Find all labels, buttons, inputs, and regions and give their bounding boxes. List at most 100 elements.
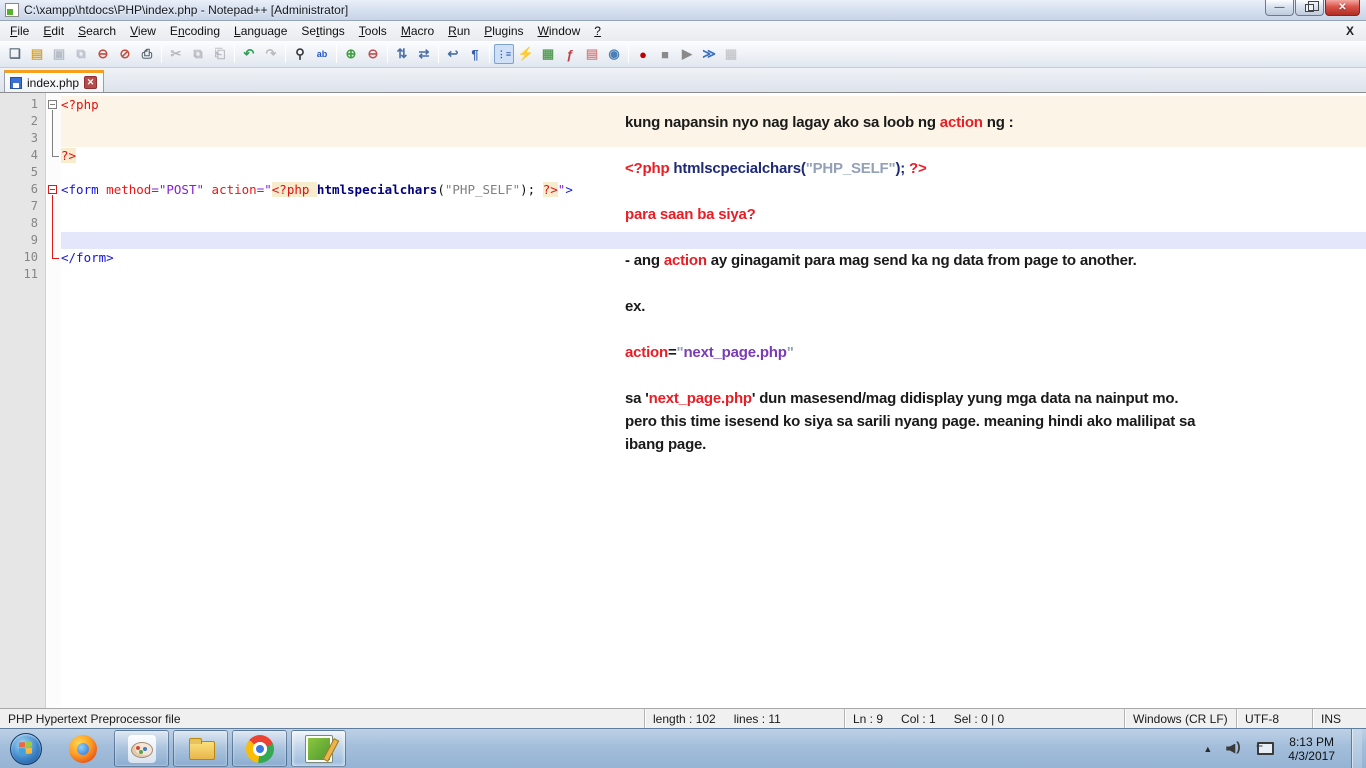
menu-item-encoding[interactable]: Encoding: [163, 22, 227, 40]
taskbar-app-chrome[interactable]: [232, 730, 287, 767]
status-line-value: Ln : 9: [853, 711, 884, 726]
annotation-segment: next_page.php: [648, 390, 752, 407]
code-token: </form>: [61, 250, 114, 265]
show-all-characters-icon: ¶: [471, 46, 479, 62]
taskbar-app-paint[interactable]: [114, 730, 169, 767]
menu-item-macro[interactable]: Macro: [394, 22, 441, 40]
show-all-characters-button[interactable]: ¶: [465, 44, 485, 64]
user-defined-language-button[interactable]: ⚡: [516, 44, 536, 64]
taskbar-clock[interactable]: 8:13 PM 4/3/2017: [1282, 735, 1341, 763]
toolbar-separator: [387, 45, 388, 63]
minimize-button[interactable]: —: [1265, 0, 1294, 16]
folder-as-workspace-button[interactable]: ▤: [582, 44, 602, 64]
explorer-icon: [187, 735, 215, 763]
fold-marker-start[interactable]: [46, 181, 61, 199]
replace-button[interactable]: ab: [312, 44, 332, 64]
show-indent-guide-button[interactable]: ⋮≡: [494, 44, 514, 64]
menu-item-settings[interactable]: Settings: [294, 22, 351, 40]
toolbar-separator: [336, 45, 337, 63]
code-editor[interactable]: 1 2 3 4 5 6 7 8 9 10 11 <?php ?> <form method="POST"…: [0, 92, 1366, 708]
status-eol-format[interactable]: Windows (CR LF): [1124, 709, 1236, 728]
redo-icon: ↷: [265, 46, 277, 61]
menu-item-window[interactable]: Window: [531, 22, 588, 40]
taskbar-app-explorer[interactable]: [173, 730, 228, 767]
close-button[interactable]: ✕: [1325, 0, 1360, 16]
status-insert-mode[interactable]: INS: [1312, 709, 1366, 728]
replace-icon: ab: [316, 49, 328, 59]
fold-marker-start[interactable]: [46, 96, 61, 114]
menu-item-search[interactable]: Search: [71, 22, 123, 40]
document-map-button[interactable]: ▦: [538, 44, 558, 64]
status-encoding[interactable]: UTF-8: [1236, 709, 1312, 728]
code-token: htmlspecialchars: [316, 182, 438, 197]
annotation-segment: sa ': [625, 390, 649, 407]
window-title: C:\xampp\htdocs\PHP\index.php - Notepad+…: [24, 3, 349, 17]
macro-playback-button[interactable]: ▶: [677, 44, 697, 64]
toolbar-separator: [161, 45, 162, 63]
annotation-line-7: sa 'next_page.php' dun masesend/mag didi…: [625, 390, 1178, 407]
line-number: 11: [23, 267, 38, 281]
show-desktop-button[interactable]: [1351, 729, 1362, 768]
zoom-out-button[interactable]: ⊖: [363, 44, 383, 64]
menu-item-edit[interactable]: Edit: [36, 22, 71, 40]
code-line-9: [61, 232, 1366, 249]
taskbar-app-notepadpp[interactable]: [291, 730, 346, 767]
save-file-button[interactable]: ▣: [49, 44, 69, 64]
toolbar-group: ⇅ ⇄: [391, 44, 435, 64]
macro-record-button[interactable]: ●: [633, 44, 653, 64]
line-number: 1: [30, 97, 38, 111]
macro-stop-button[interactable]: ■: [655, 44, 675, 64]
paste-button[interactable]: ⎗: [210, 44, 230, 64]
macro-save-icon: ▦: [724, 46, 738, 61]
user-defined-language-icon: ⚡: [517, 46, 535, 61]
close-file-button[interactable]: ⊖: [93, 44, 113, 64]
firefox-icon: [68, 734, 97, 763]
function-list-button[interactable]: ƒ: [560, 44, 580, 64]
annotation-line-4: - ang action ay ginagamit para mag send …: [625, 252, 1137, 269]
macro-run-multiple-button[interactable]: ≫: [699, 44, 719, 64]
volume-icon[interactable]: [1226, 739, 1244, 757]
hidden-icons-button[interactable]: ▲: [1199, 740, 1216, 758]
code-token: =": [256, 182, 272, 197]
sync-vertical-scroll-button[interactable]: ⇅: [392, 44, 412, 64]
new-file-button[interactable]: ❏: [5, 44, 25, 64]
document-close-x[interactable]: X: [1342, 23, 1358, 39]
menu-item-view[interactable]: View: [123, 22, 163, 40]
macro-playback-icon: ▶: [682, 46, 692, 61]
tab-close-icon[interactable]: ✕: [84, 76, 98, 89]
code-token: ?>: [542, 182, 558, 197]
network-icon[interactable]: [1254, 741, 1275, 757]
monitoring-button[interactable]: ◉: [604, 44, 624, 64]
zoom-in-button[interactable]: ⊕: [341, 44, 361, 64]
sync-horizontal-scroll-button[interactable]: ⇄: [414, 44, 434, 64]
start-button[interactable]: [10, 732, 42, 765]
menu-item-language[interactable]: Language: [227, 22, 294, 40]
toolbar-separator: [628, 45, 629, 63]
cut-button[interactable]: ✂: [166, 44, 186, 64]
save-all-button[interactable]: ⧉: [71, 44, 91, 64]
find-button[interactable]: ⚲: [290, 44, 310, 64]
annotation-segment: action: [663, 252, 707, 269]
copy-button[interactable]: ⧉: [188, 44, 208, 64]
open-file-button[interactable]: ▤: [27, 44, 47, 64]
menu-item-run[interactable]: Run: [441, 22, 477, 40]
menu-item-file[interactable]: File: [3, 22, 36, 40]
macro-save-button[interactable]: ▦: [721, 44, 741, 64]
word-wrap-button[interactable]: ↩: [443, 44, 463, 64]
close-all-button[interactable]: ⊘: [115, 44, 135, 64]
line-number: 9: [30, 233, 38, 247]
toolbar-group: ↩ ¶: [442, 44, 486, 64]
taskbar-app-firefox[interactable]: [55, 730, 110, 767]
menu-item-help[interactable]: ?: [587, 22, 608, 40]
tab-index-php[interactable]: index.php ✕: [4, 70, 105, 92]
redo-button[interactable]: ↷: [261, 44, 281, 64]
fold-marker-v: [46, 198, 61, 216]
annotation-segment: ": [786, 344, 794, 361]
undo-button[interactable]: ↶: [239, 44, 259, 64]
print-button[interactable]: ⎙: [137, 44, 157, 64]
fold-marker-v: [46, 232, 61, 250]
menu-item-tools[interactable]: Tools: [352, 22, 394, 40]
menu-item-plugins[interactable]: Plugins: [477, 22, 530, 40]
restore-button[interactable]: [1295, 0, 1324, 16]
code-token: ?>: [61, 148, 77, 163]
